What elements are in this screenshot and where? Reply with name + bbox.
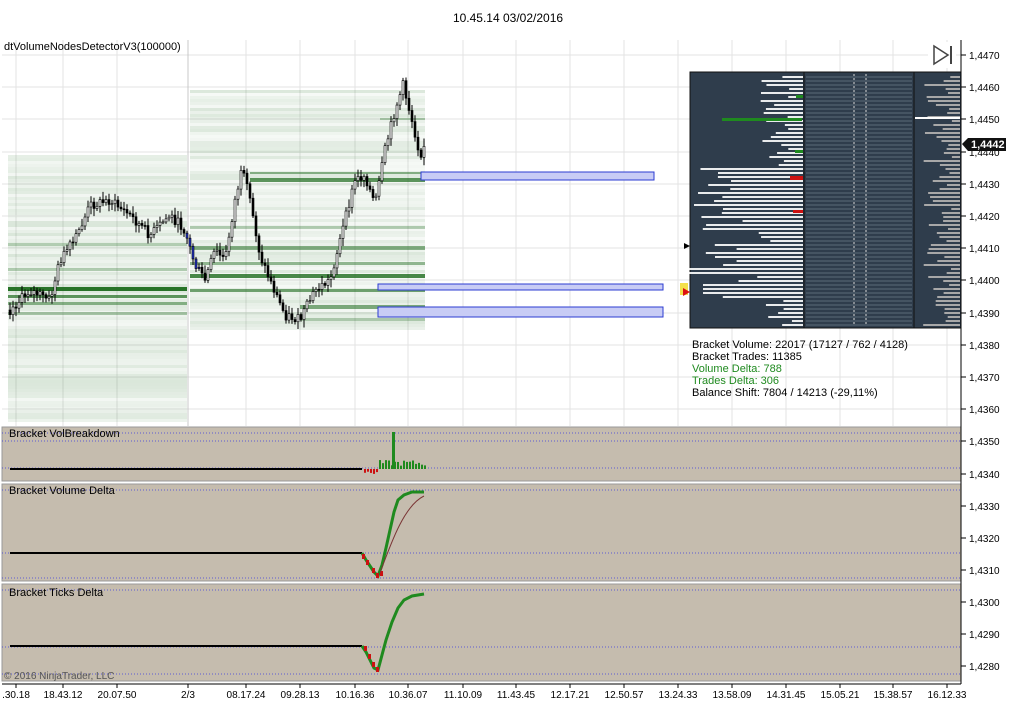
vol-breakdown-panel[interactable] <box>1 426 962 482</box>
indicator-label: dtVolumeNodesDetectorV3(100000) <box>4 41 181 53</box>
price-tick-label: 1,4450 <box>969 115 1000 126</box>
time-tick-label: 18.43.12 <box>44 690 83 701</box>
ticks-delta-panel[interactable] <box>1 583 962 682</box>
trades-delta-text: Trades Delta: 306 <box>692 375 779 387</box>
price-tick-label: 1,4430 <box>969 180 1000 191</box>
price-tick-label: 1,4320 <box>969 534 1000 545</box>
node-zone-2 <box>377 283 664 291</box>
price-tick-label: 1,4420 <box>969 212 1000 223</box>
time-tick-label: .30.18 <box>2 690 30 701</box>
price-tick-label: 1,4390 <box>969 309 1000 320</box>
bracket-trades-text: Bracket Trades: 11385 <box>692 351 802 363</box>
price-tick-label: 1,4370 <box>969 373 1000 384</box>
time-tick-label: 12.50.57 <box>605 690 644 701</box>
price-tick-label: 1,4310 <box>969 566 1000 577</box>
volume-profile-panel <box>680 71 962 329</box>
volume-delta-panel[interactable] <box>1 483 962 582</box>
vol-breakdown-title: Bracket VolBreakdown <box>9 428 120 440</box>
volume-delta-text: Volume Delta: 788 <box>692 363 782 375</box>
time-tick-label: 15.05.21 <box>821 690 860 701</box>
time-tick-label: 10.16.36 <box>336 690 375 701</box>
price-tick-label: 1,4350 <box>969 437 1000 448</box>
time-tick-label: 11.10.09 <box>444 690 483 701</box>
price-tick-label: 1,4410 <box>969 244 1000 255</box>
time-tick-label: 2/3 <box>181 690 195 701</box>
time-tick-label: 11.43.45 <box>497 690 536 701</box>
copyright-text: © 2016 NinjaTrader, LLC <box>4 671 114 682</box>
price-tick-label: 1,4360 <box>969 405 1000 416</box>
price-tick-label: 1,4330 <box>969 502 1000 513</box>
time-tick-label: 10.36.07 <box>389 690 428 701</box>
node-zone-1 <box>420 171 655 181</box>
time-tick-label: 13.24.33 <box>659 690 698 701</box>
time-axis[interactable]: .30.18 18.43.12 20.07.50 2/3 08.17.24 09.28.1… <box>2 684 967 701</box>
time-tick-label: 08.17.24 <box>227 690 266 701</box>
time-tick-label: 20.07.50 <box>98 690 137 701</box>
ticks-delta-title: Bracket Ticks Delta <box>9 587 104 599</box>
price-tick-label: 1,4470 <box>969 51 1000 62</box>
balance-shift-text: Balance Shift: 7804 / 14213 (-29,11%) <box>692 387 878 399</box>
price-tick-label: 1,4290 <box>969 630 1000 641</box>
chart-title: 10.45.14 03/02/2016 <box>453 11 563 25</box>
volume-delta-title: Bracket Volume Delta <box>9 485 116 497</box>
price-tick-label: 1,4400 <box>969 276 1000 287</box>
bracket-volume-text: Bracket Volume: 22017 (17127 / 762 / 412… <box>692 339 908 351</box>
price-tick-label: 1,4380 <box>969 341 1000 352</box>
price-tick-label: 1,4280 <box>969 662 1000 673</box>
price-tick-label: 1,4340 <box>969 470 1000 481</box>
time-tick-label: 16.12.33 <box>928 690 967 701</box>
price-tick-label: 1,4300 <box>969 598 1000 609</box>
current-price-badge: 1,4442 <box>962 138 1006 151</box>
time-tick-label: 14.31.45 <box>767 690 806 701</box>
price-tick-label: 1,4460 <box>969 83 1000 94</box>
node-zone-3 <box>377 306 664 318</box>
current-price-label: 1,4442 <box>971 139 1005 151</box>
skip-to-end-icon[interactable] <box>928 42 956 68</box>
time-tick-label: 09.28.13 <box>281 690 320 701</box>
time-tick-label: 12.17.21 <box>551 690 590 701</box>
ninjatrader-chart[interactable]: 10.45.14 03/02/2016 dtVolumeNodesDetecto… <box>0 0 1016 708</box>
time-tick-label: 13.58.09 <box>713 690 752 701</box>
time-tick-label: 15.38.57 <box>874 690 913 701</box>
